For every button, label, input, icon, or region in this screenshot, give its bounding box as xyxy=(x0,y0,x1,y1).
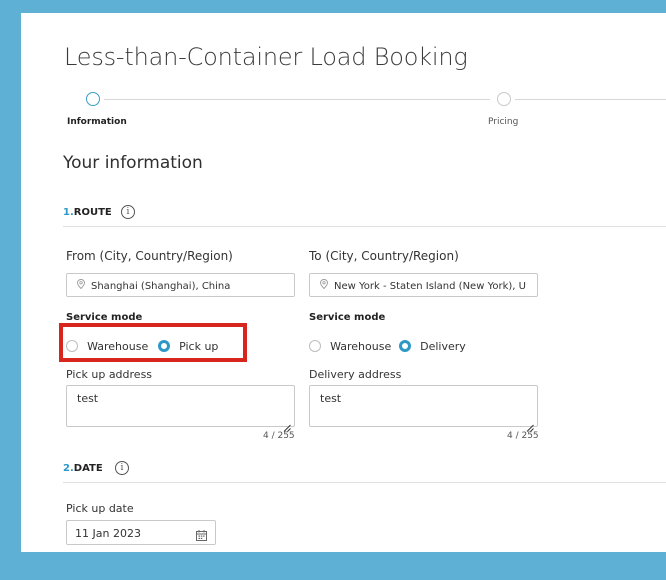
date-heading-text: DATE xyxy=(73,463,103,474)
route-heading: 1.ROUTE xyxy=(63,207,112,218)
step-information-label[interactable]: Information xyxy=(67,117,127,127)
pickup-date-value: 11 Jan 2023 xyxy=(75,527,141,540)
step-pricing-label[interactable]: Pricing xyxy=(488,117,518,127)
from-label: From (City, Country/Region) xyxy=(66,249,233,263)
pickup-date-label: Pick up date xyxy=(66,502,134,515)
pickup-address-textarea[interactable]: test xyxy=(66,385,295,427)
highlight-box xyxy=(59,323,247,362)
resize-grip-icon[interactable] xyxy=(526,417,534,432)
to-radio-warehouse[interactable]: Warehouse xyxy=(309,335,391,354)
section-title: Your information xyxy=(63,153,203,173)
radio-delivery-selected[interactable] xyxy=(399,339,411,352)
delivery-address-value: test xyxy=(320,392,342,405)
delivery-address-counter: 4 / 255 xyxy=(507,431,539,441)
date-divider xyxy=(63,482,666,483)
from-service-mode-label: Service mode xyxy=(66,312,143,323)
route-heading-text: ROUTE xyxy=(73,207,112,218)
page-title: Less-than-Container Load Booking xyxy=(64,43,468,71)
stepper-connector xyxy=(515,99,666,100)
route-divider xyxy=(63,226,666,227)
step-pricing-indicator[interactable] xyxy=(497,92,511,106)
calendar-icon[interactable] xyxy=(196,526,207,541)
to-radio-delivery[interactable]: Delivery xyxy=(399,335,466,354)
info-icon[interactable]: i xyxy=(115,461,129,475)
to-input[interactable]: New York - Staten Island (New York), U xyxy=(309,273,538,297)
from-input[interactable]: Shanghai (Shanghai), China xyxy=(66,273,295,297)
pickup-address-counter: 4 / 255 xyxy=(263,431,295,441)
route-number: 1. xyxy=(63,207,74,218)
radio-delivery-label: Delivery xyxy=(420,340,466,353)
booking-panel: Less-than-Container Load Booking Informa… xyxy=(21,13,666,552)
to-service-mode-label: Service mode xyxy=(309,312,386,323)
radio-warehouse-unselected[interactable] xyxy=(309,339,321,352)
resize-grip-icon[interactable] xyxy=(283,417,291,432)
delivery-address-label: Delivery address xyxy=(309,368,402,381)
to-label: To (City, Country/Region) xyxy=(309,249,459,263)
info-icon[interactable]: i xyxy=(121,205,135,219)
radio-warehouse-label: Warehouse xyxy=(330,340,392,353)
date-heading: 2.DATE xyxy=(63,463,103,474)
delivery-address-textarea[interactable]: test xyxy=(309,385,538,427)
to-value: New York - Staten Island (New York), U xyxy=(334,281,526,292)
location-pin-icon xyxy=(320,279,328,292)
pickup-address-label: Pick up address xyxy=(66,368,153,381)
pickup-date-input[interactable]: 11 Jan 2023 xyxy=(66,520,216,545)
pickup-address-value: test xyxy=(77,392,99,405)
from-value: Shanghai (Shanghai), China xyxy=(91,281,231,292)
step-information-indicator[interactable] xyxy=(86,92,100,106)
stepper-connector xyxy=(104,99,490,100)
date-number: 2. xyxy=(63,463,74,474)
location-pin-icon xyxy=(77,279,85,292)
